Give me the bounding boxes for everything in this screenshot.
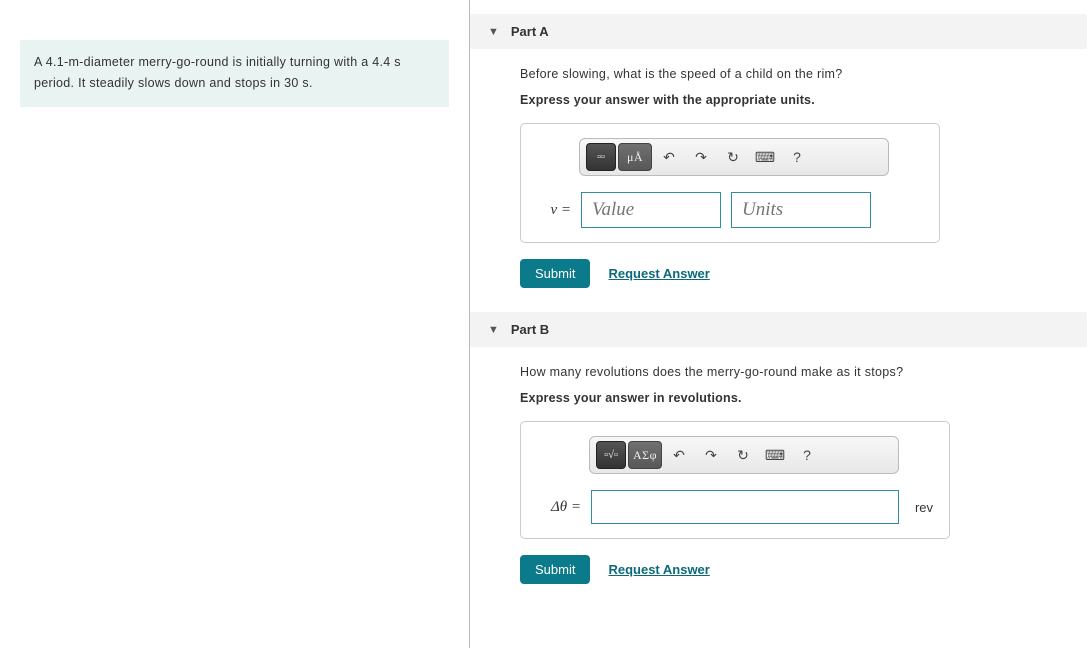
redo-icon[interactable]: ↷	[686, 143, 716, 171]
part-b-actions: Submit Request Answer	[520, 555, 1073, 584]
undo-icon[interactable]: ↶	[664, 441, 694, 469]
part-a-answer-panel: ▫▫ μÅ ↶ ↷ ↻ ⌨ ? v =	[520, 123, 940, 243]
submit-button[interactable]: Submit	[520, 555, 590, 584]
keyboard-icon[interactable]: ⌨	[760, 441, 790, 469]
part-b-instruction: Express your answer in revolutions.	[520, 391, 1073, 405]
revolutions-input[interactable]	[591, 490, 899, 524]
chevron-down-icon: ▼	[488, 324, 499, 336]
units-picker-button[interactable]: μÅ	[618, 143, 652, 171]
part-b-question: How many revolutions does the merry-go-r…	[520, 365, 1073, 379]
part-b-answer-panel: ▫√▫ ΑΣφ ↶ ↷ ↻ ⌨ ? Δθ = rev	[520, 421, 950, 539]
part-b-body: How many revolutions does the merry-go-r…	[470, 347, 1091, 608]
chevron-down-icon: ▼	[488, 26, 499, 38]
part-b-header[interactable]: ▼ Part B	[470, 312, 1087, 347]
help-icon[interactable]: ?	[792, 441, 822, 469]
keyboard-icon[interactable]: ⌨	[750, 143, 780, 171]
undo-icon[interactable]: ↶	[654, 143, 684, 171]
part-b-input-row: Δθ = rev	[537, 490, 933, 524]
left-column: A 4.1-m-diameter merry-go-round is initi…	[0, 0, 470, 648]
reset-icon[interactable]: ↻	[728, 441, 758, 469]
part-a-actions: Submit Request Answer	[520, 259, 1073, 288]
template-picker-button[interactable]: ▫√▫	[596, 441, 626, 469]
part-b-title: Part B	[511, 322, 549, 337]
part-b-toolbar: ▫√▫ ΑΣφ ↶ ↷ ↻ ⌨ ?	[589, 436, 899, 474]
part-b-variable-label: Δθ =	[537, 499, 581, 516]
units-input[interactable]	[731, 192, 871, 228]
part-a-variable-label: v =	[537, 202, 571, 219]
part-a-body: Before slowing, what is the speed of a c…	[470, 49, 1091, 312]
reset-icon[interactable]: ↻	[718, 143, 748, 171]
symbols-picker-button[interactable]: ΑΣφ	[628, 441, 662, 469]
help-icon[interactable]: ?	[782, 143, 812, 171]
submit-button[interactable]: Submit	[520, 259, 590, 288]
part-a-title: Part A	[511, 24, 549, 39]
request-answer-link[interactable]: Request Answer	[608, 266, 709, 281]
part-a-question: Before slowing, what is the speed of a c…	[520, 67, 1073, 81]
unit-suffix: rev	[915, 500, 933, 515]
value-input[interactable]	[581, 192, 721, 228]
part-a-input-row: v =	[537, 192, 923, 228]
part-a-header[interactable]: ▼ Part A	[470, 14, 1087, 49]
part-a-instruction: Express your answer with the appropriate…	[520, 93, 1073, 107]
request-answer-link[interactable]: Request Answer	[608, 562, 709, 577]
redo-icon[interactable]: ↷	[696, 441, 726, 469]
right-column: ▼ Part A Before slowing, what is the spe…	[470, 0, 1091, 648]
template-picker-button[interactable]: ▫▫	[586, 143, 616, 171]
part-a-toolbar: ▫▫ μÅ ↶ ↷ ↻ ⌨ ?	[579, 138, 889, 176]
problem-statement: A 4.1-m-diameter merry-go-round is initi…	[20, 40, 449, 107]
page: A 4.1-m-diameter merry-go-round is initi…	[0, 0, 1091, 648]
